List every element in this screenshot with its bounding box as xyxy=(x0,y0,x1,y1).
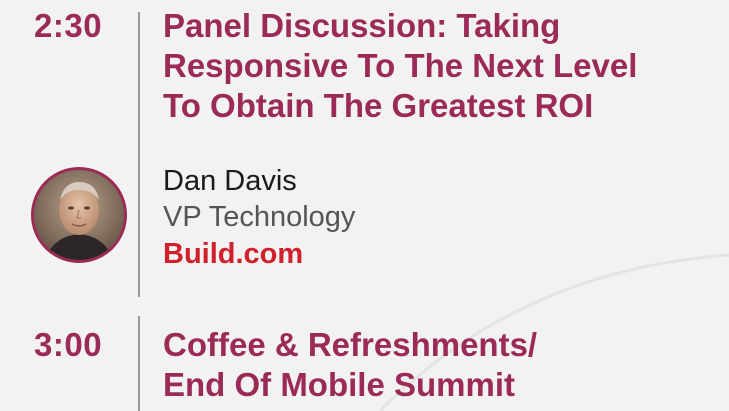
session-title[interactable]: Panel Discussion: Taking Responsive To T… xyxy=(163,6,723,126)
session-title-line: Coffee & Refreshments/ xyxy=(163,326,538,363)
session-title-line: Responsive To The Next Level xyxy=(163,47,638,84)
session-time: 3:00 xyxy=(34,326,103,363)
speaker-role: VP Technology xyxy=(163,201,356,233)
timeline-divider xyxy=(138,316,140,411)
speaker-name: Dan Davis xyxy=(163,165,297,197)
session-title-line: End Of Mobile Summit xyxy=(163,366,515,403)
session-title-line: Panel Discussion: Taking xyxy=(163,7,561,44)
session-time: 2:30 xyxy=(34,7,103,44)
session-title-line: To Obtain The Greatest ROI xyxy=(163,87,594,124)
speaker-company-link[interactable]: Build.com xyxy=(163,236,303,272)
session-title[interactable]: Coffee & Refreshments/ End Of Mobile Sum… xyxy=(163,325,723,405)
timeline-divider xyxy=(138,12,140,297)
schedule-page: 2:30 Panel Discussion: Taking Responsive… xyxy=(0,0,729,411)
speaker-avatar[interactable] xyxy=(31,167,127,263)
speaker-photo xyxy=(34,170,124,260)
